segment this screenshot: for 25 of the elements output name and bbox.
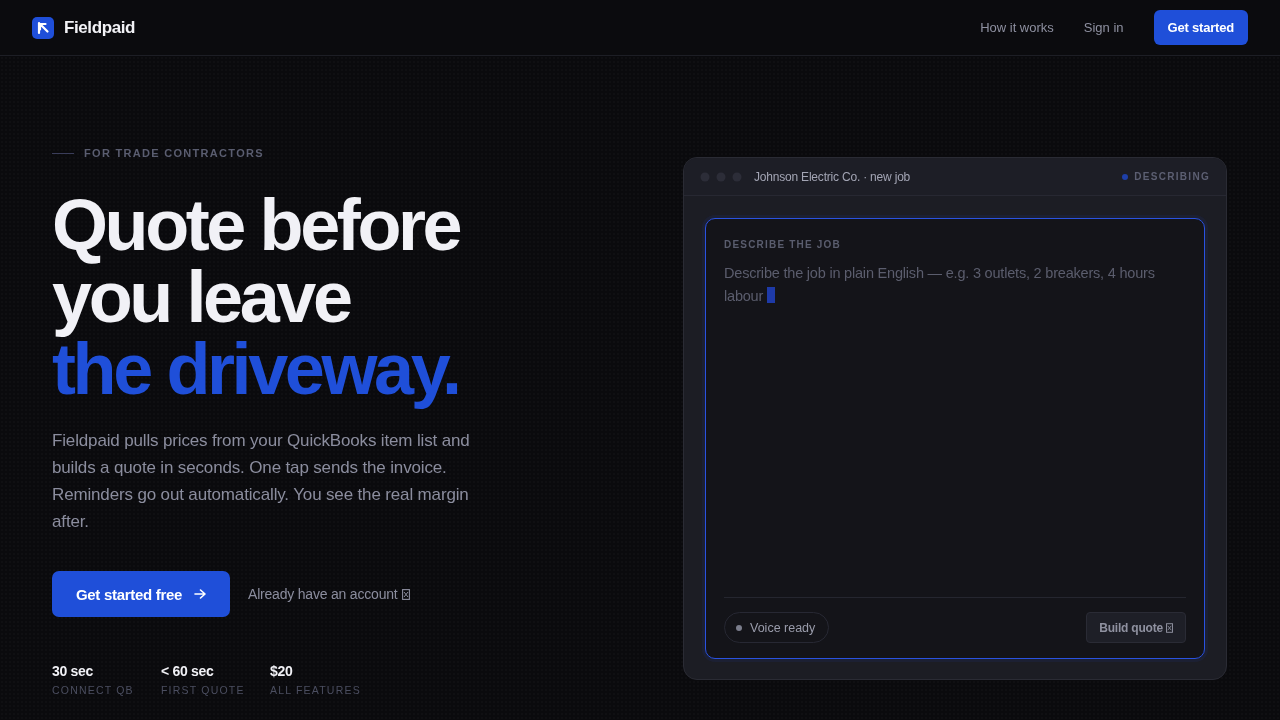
boxed-x-icon xyxy=(401,588,410,600)
stat-label: FIRST QUOTE xyxy=(161,684,246,696)
field-label: DESCRIBE THE JOB xyxy=(724,239,842,250)
build-quote-button[interactable]: Build quote xyxy=(1086,612,1186,643)
stat-value: $20 xyxy=(270,662,294,680)
status-label: DESCRIBING xyxy=(1134,171,1210,182)
text-cursor-icon xyxy=(766,287,775,303)
hero-description: Fieldpaid pulls prices from your QuickBooks item list and builds a quote in seconds. One tap sends the invoice. Reminders go out automatically. You see the real margin after. xyxy=(52,430,471,533)
stat-label: CONNECT QB xyxy=(52,684,135,696)
eyebrow-label: FOR TRADE CONTRACTORS xyxy=(84,147,264,159)
get-started-button[interactable]: Get started xyxy=(1153,10,1248,45)
stat-value: 30 sec xyxy=(52,662,95,680)
arrow-right-icon xyxy=(194,589,207,599)
existing-account-link[interactable]: Already have an account xyxy=(248,586,410,602)
status-dot-icon xyxy=(1122,173,1129,180)
logo-icon xyxy=(32,16,54,39)
nav-link[interactable]: How it works xyxy=(980,20,1054,35)
stat-value: < 60 sec xyxy=(161,662,215,680)
get-started-free-button[interactable]: Get started free xyxy=(52,571,230,617)
brand-name[interactable]: Fieldpaid xyxy=(64,17,136,38)
boxed-x-icon xyxy=(1166,622,1173,633)
card-title: Johnson Electric Co. · new job xyxy=(754,169,911,184)
stat-label: ALL FEATURES xyxy=(270,684,362,696)
status-dot-icon xyxy=(736,624,742,631)
nav-link[interactable]: Sign in xyxy=(1083,20,1124,35)
